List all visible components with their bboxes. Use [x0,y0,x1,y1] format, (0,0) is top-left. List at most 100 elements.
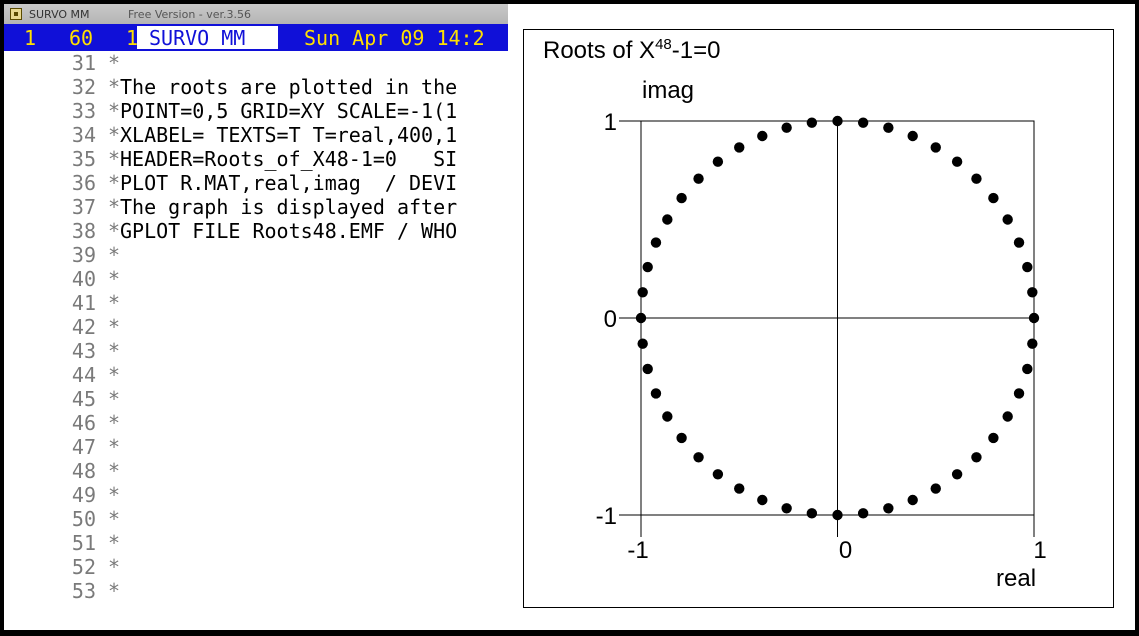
data-point [951,469,963,480]
scatter-chart: 1 0 -1 -1 0 1 [596,109,1047,564]
x-tick-label: -1 [627,537,648,564]
data-point [712,156,724,167]
line-number: 52 [71,555,96,579]
app-title: SURVO MM [29,8,90,21]
line-number: 48 [71,459,96,483]
data-point [832,115,843,127]
data-point [1002,411,1013,422]
line-text[interactable]: HEADER=Roots_of_X48-1=0 SI [120,147,457,171]
data-point [693,173,704,184]
data-point [930,142,941,153]
data-point [637,287,648,298]
control-char: * [108,483,121,507]
control-char: * [108,555,121,579]
line-number: 50 [71,507,96,531]
edit-field[interactable]: 31 * 32 * The roots are plotted in the 33 * POI… [4,51,508,630]
control-char: * [108,339,121,363]
status-column-number: 60 [69,26,94,50]
control-char: * [108,579,121,603]
data-point [642,261,653,273]
control-char: * [108,243,121,267]
data-point [662,411,673,422]
control-char: * [108,435,121,459]
line-number: 39 [71,243,96,267]
control-char: * [108,99,121,123]
app-window: SURVO MM Free Version - ver.3.56 1 60 1 … [0,0,1139,636]
data-point [806,508,818,519]
y-tick-label: 1 [604,109,617,136]
data-point [712,469,724,480]
data-point [930,483,941,494]
control-char: * [108,123,121,147]
control-char: * [108,147,121,171]
control-char: * [108,411,121,435]
data-point [693,452,704,463]
data-point [1013,237,1025,248]
x-tick-label: 0 [839,537,852,564]
line-text[interactable]: PLOT R.MAT,real,imag / DEVI [120,171,457,195]
line-number: 46 [71,411,96,435]
data-point [1022,261,1033,273]
line-number: 51 [71,531,96,555]
line-text[interactable]: The roots are plotted in the [120,75,457,99]
data-point [907,130,918,142]
line-number: 35 [71,147,96,171]
status-name: SURVO MM [149,26,246,50]
line-number: 41 [71,291,96,315]
data-point [757,130,768,142]
data-point [988,432,999,444]
data-point [857,117,869,128]
control-char: * [108,387,121,411]
line-text[interactable]: The graph is displayed after [120,195,457,219]
control-char: * [108,531,121,555]
data-point [781,503,792,514]
line-number: 53 [71,579,96,603]
app-icon[interactable] [10,8,22,20]
line-number: 44 [71,363,96,387]
data-point [676,192,687,204]
line-text[interactable]: POINT=0,5 GRID=XY SCALE=-1(1 [120,99,457,123]
line-number: 49 [71,483,96,507]
y-tick-label: 0 [604,306,617,333]
data-point [883,122,894,133]
status-bar: 1 60 1 SURVO MM Sun Apr 09 14:2 [4,24,508,51]
data-point [1028,312,1040,324]
line-number: 37 [71,195,96,219]
data-point [781,122,792,133]
line-text[interactable]: XLABEL= TEXTS=T T=real,400,1 [120,123,457,147]
line-number: 34 [71,123,96,147]
data-point [676,432,687,444]
data-point [971,452,982,463]
control-char: * [108,51,121,75]
data-point [650,237,662,248]
line-number: 36 [71,171,96,195]
control-char: * [108,195,121,219]
data-point [642,363,653,375]
data-point [988,192,999,204]
data-point [637,338,648,349]
line-text[interactable]: GPLOT FILE Roots48.EMF / WHO [120,219,457,243]
data-point [662,214,673,225]
control-char: * [108,459,121,483]
line-number: 33 [71,99,96,123]
data-point [951,156,963,167]
data-point [1022,363,1033,375]
control-char: * [108,507,121,531]
control-char: * [108,171,121,195]
line-number: 31 [71,51,96,75]
control-char: * [108,315,121,339]
version-label: Free Version - ver.3.56 [128,8,252,21]
data-point [757,494,768,506]
data-point [734,483,745,494]
line-number: 42 [71,315,96,339]
data-point [650,388,662,399]
data-point [857,508,869,519]
data-point [883,503,894,514]
data-point [1027,287,1038,298]
data-point [1027,338,1038,349]
title-bar[interactable]: SURVO MM Free Version - ver.3.56 [4,4,508,25]
data-point [971,173,982,184]
y-tick-label: -1 [596,503,617,530]
control-char: * [108,75,121,99]
graph-window: Roots of X48-1=0 imag real 1 0 -1 -1 0 1 [508,4,1135,630]
